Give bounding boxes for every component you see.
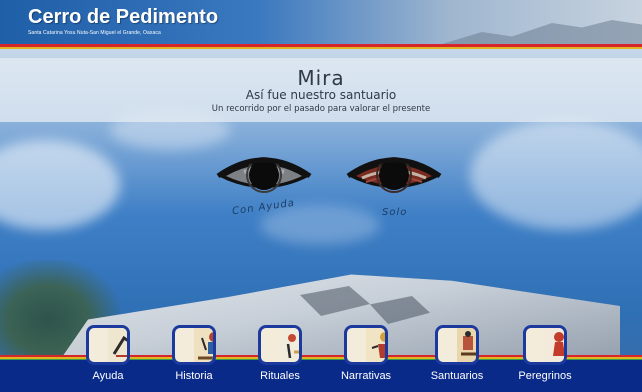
history-codex-icon (172, 325, 216, 365)
stripe-yellow (0, 47, 642, 49)
site-subtitle: Santa Catarina Yosu Nuta-San Miguel el G… (28, 30, 161, 36)
nav-ayuda[interactable]: Ayuda (77, 325, 139, 389)
header-banner: Cerro de Pedimento Santa Catarina Yosu N… (0, 0, 642, 44)
eye-gray-icon (216, 157, 312, 193)
nav-narrativas-label: Narrativas (340, 370, 392, 382)
mountains-image (442, 20, 642, 44)
con-ayuda-label: Con Ayuda (231, 197, 296, 218)
pilgrims-codex-icon (523, 325, 567, 365)
solo-button[interactable]: Solo (344, 150, 444, 225)
nav-historia[interactable]: Historia (163, 325, 225, 389)
nav-santuarios[interactable]: Santuarios (426, 325, 488, 389)
nav-rituales[interactable]: Rituales (249, 325, 311, 389)
cloud (470, 120, 642, 230)
page-subtitle: Así fue nuestro santuario (245, 88, 397, 102)
site-title: Cerro de Pedimento (28, 6, 219, 28)
nav-peregrinos-label: Peregrinos (518, 370, 572, 382)
solo-label: Solo (382, 207, 408, 218)
cloud (0, 140, 120, 230)
nav-ayuda-label: Ayuda (92, 370, 124, 382)
page-tagline: Un recorrido por el pasado para valorar … (211, 104, 431, 114)
nav-rituales-label: Rituales (260, 370, 300, 382)
nav-historia-label: Historia (175, 370, 213, 382)
nav-peregrinos[interactable]: Peregrinos (514, 325, 576, 389)
help-codex-icon (86, 325, 130, 365)
page-title: Mira (297, 66, 345, 90)
sanctuaries-codex-icon (435, 325, 479, 365)
con-ayuda-button[interactable]: Con Ayuda (214, 150, 314, 225)
nav-santuarios-label: Santuarios (430, 370, 484, 382)
narratives-codex-icon (344, 325, 388, 365)
eye-red-icon (346, 157, 442, 193)
rituals-codex-icon (258, 325, 302, 365)
nav-narrativas[interactable]: Narrativas (335, 325, 397, 389)
